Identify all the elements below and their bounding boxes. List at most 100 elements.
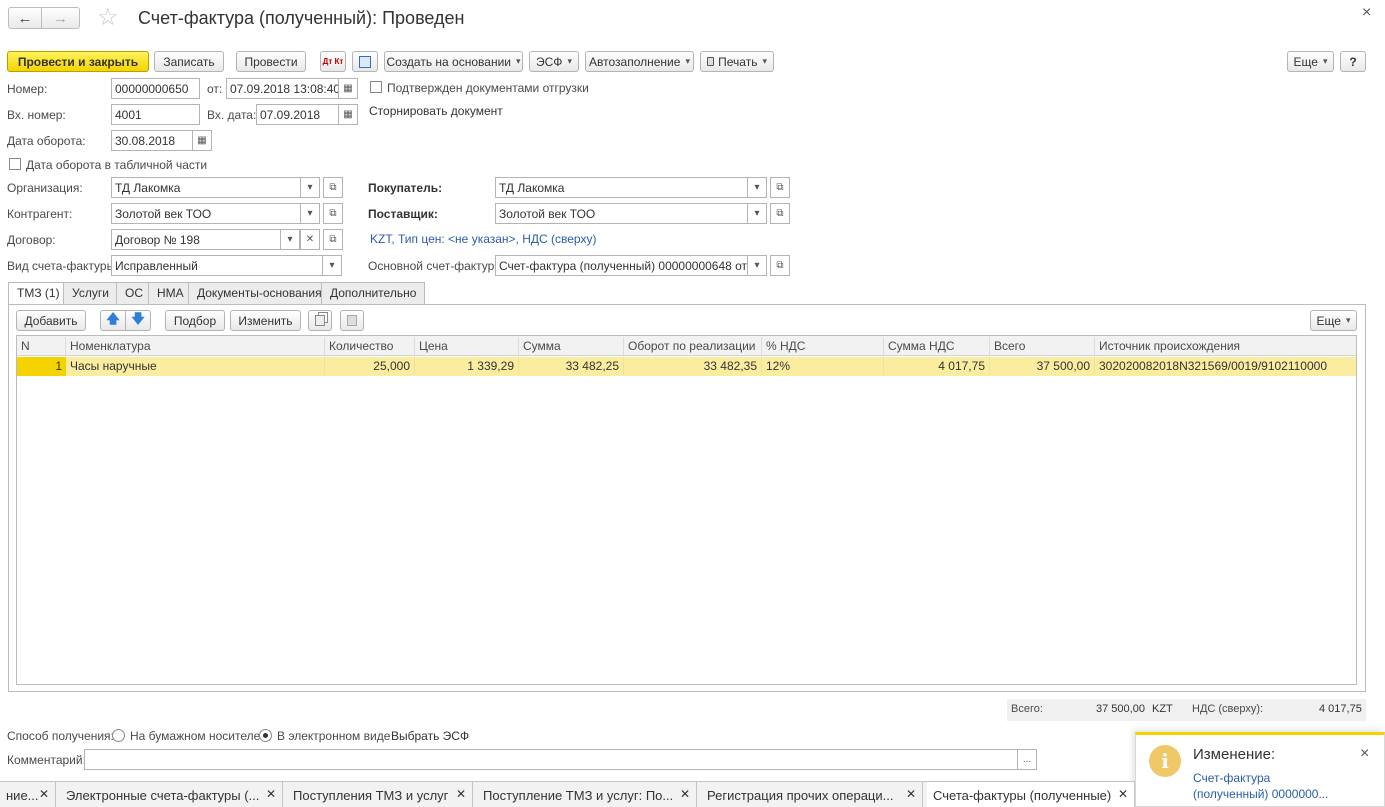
notification-close-icon[interactable]: × <box>1360 745 1369 763</box>
close-icon[interactable]: ✕ <box>1118 787 1128 801</box>
autofill-button[interactable]: Автозаполнение <box>585 51 694 72</box>
col-n[interactable]: N <box>17 337 66 355</box>
date-time-field[interactable]: 07.09.2018 13:08:40 <box>226 78 339 99</box>
col-vat-rate[interactable]: % НДС <box>762 337 884 355</box>
tab-intangibles[interactable]: НМА <box>148 282 193 304</box>
choose-esf-link[interactable]: Выбрать ЭСФ <box>391 729 469 743</box>
supplier-dropdown[interactable]: ▾ <box>747 203 767 224</box>
window-tab[interactable]: Электронные счета-фактуры (... ✕ <box>60 782 283 807</box>
invoice-type-field[interactable]: Исправленный <box>111 255 323 276</box>
col-quantity[interactable]: Количество <box>325 337 415 355</box>
base-invoice-open[interactable]: ⧉ <box>770 255 790 276</box>
window-tab[interactable]: ние... ✕ <box>0 782 56 807</box>
incoming-date-field[interactable]: 07.09.2018 <box>256 104 339 125</box>
turnover-date-field[interactable]: 30.08.2018 <box>111 130 193 151</box>
col-price[interactable]: Цена <box>415 337 519 355</box>
electronic-radio[interactable] <box>259 729 272 742</box>
contract-clear[interactable]: ✕ <box>300 229 320 250</box>
cell-price[interactable]: 1 339,29 <box>415 357 519 375</box>
move-down-button[interactable]: 🡇 <box>125 310 151 331</box>
window-tab-active[interactable]: Счета-фактуры (полученные) ✕ <box>927 782 1135 807</box>
save-button[interactable]: Записать <box>154 51 224 72</box>
copy-button[interactable] <box>308 310 332 331</box>
incoming-number-field[interactable]: 4001 <box>111 104 200 125</box>
help-button[interactable]: ? <box>1340 51 1366 72</box>
comment-expand-button[interactable]: ... <box>1017 749 1037 770</box>
print-button[interactable]: Печать <box>700 51 774 72</box>
close-window-icon[interactable]: × <box>1362 4 1371 22</box>
contract-field[interactable]: Договор № 198 <box>111 229 281 250</box>
back-button[interactable]: ← <box>8 7 42 29</box>
organization-field[interactable]: ТД Лакомка <box>111 177 301 198</box>
calendar-button[interactable]: ▦ <box>338 104 358 125</box>
tab-tmz[interactable]: ТМЗ (1) <box>8 282 69 305</box>
tab-additional[interactable]: Дополнительно <box>321 282 426 304</box>
post-and-close-button[interactable]: Провести и закрыть <box>7 51 149 72</box>
create-based-on-button[interactable]: Создать на основании <box>384 51 523 72</box>
calendar-button[interactable]: ▦ <box>338 78 358 99</box>
base-invoice-dropdown[interactable]: ▾ <box>747 255 767 276</box>
cell-n[interactable]: 1 <box>17 357 66 375</box>
cell-sum[interactable]: 33 482,25 <box>519 357 624 375</box>
cell-origin[interactable]: 302020082018N321569/0019/9102110000 <box>1095 357 1356 375</box>
contract-dropdown[interactable]: ▾ <box>280 229 300 250</box>
post-button[interactable]: Провести <box>236 51 306 72</box>
counterparty-field[interactable]: Золотой век ТОО <box>111 203 301 224</box>
cell-vat-rate[interactable]: 12% <box>762 357 884 375</box>
paste-button[interactable] <box>340 310 364 331</box>
organization-dropdown[interactable]: ▾ <box>300 177 320 198</box>
turnover-in-table-checkbox[interactable] <box>9 158 21 170</box>
col-nomenclature[interactable]: Номенклатура <box>66 337 325 355</box>
confirmed-by-shipment-checkbox[interactable] <box>370 81 382 93</box>
buyer-field[interactable]: ТД Лакомка <box>495 177 748 198</box>
close-icon[interactable]: ✕ <box>906 787 916 801</box>
table-more-button[interactable]: Еще <box>1310 310 1357 331</box>
window-tab[interactable]: Регистрация прочих операци... ✕ <box>701 782 923 807</box>
add-row-button[interactable]: Добавить <box>16 310 86 331</box>
cell-turnover[interactable]: 33 482,35 <box>624 357 762 375</box>
organization-open[interactable]: ⧉ <box>323 177 343 198</box>
forward-button[interactable]: → <box>42 7 80 29</box>
esf-button[interactable]: ЭСФ <box>529 51 579 72</box>
col-vat-sum[interactable]: Сумма НДС <box>884 337 990 355</box>
col-origin[interactable]: Источник происхождения <box>1095 337 1356 355</box>
more-actions-button[interactable]: Еще <box>1287 51 1334 72</box>
col-total[interactable]: Всего <box>990 337 1095 355</box>
buyer-open[interactable]: ⧉ <box>770 177 790 198</box>
favorite-star-icon[interactable]: ☆ <box>97 3 119 32</box>
notification-link-line2[interactable]: (полученный) 0000000... <box>1193 787 1328 801</box>
window-tab[interactable]: Поступление ТМЗ и услуг: По... ✕ <box>477 782 697 807</box>
counterparty-open[interactable]: ⧉ <box>323 203 343 224</box>
move-up-button[interactable]: 🡅 <box>100 310 126 331</box>
cell-quantity[interactable]: 25,000 <box>325 357 415 375</box>
tab-base-documents[interactable]: Документы-основания <box>188 282 331 304</box>
cell-total[interactable]: 37 500,00 <box>990 357 1095 375</box>
base-invoice-field[interactable]: Счет-фактура (полученный) 00000000648 от… <box>495 255 748 276</box>
close-icon[interactable]: ✕ <box>266 787 276 801</box>
structure-button[interactable] <box>352 51 378 72</box>
paper-radio[interactable] <box>112 729 125 742</box>
comment-field[interactable] <box>84 749 1018 770</box>
dt-kt-button[interactable]: Дт Кт <box>320 51 346 72</box>
number-field[interactable]: 00000000650 <box>111 78 200 99</box>
window-tab[interactable]: Поступления ТМЗ и услуг ✕ <box>287 782 473 807</box>
cell-vat-sum[interactable]: 4 017,75 <box>884 357 990 375</box>
supplier-field[interactable]: Золотой век ТОО <box>495 203 748 224</box>
invoice-type-dropdown[interactable]: ▾ <box>322 255 342 276</box>
change-button[interactable]: Изменить <box>230 310 301 331</box>
col-turnover[interactable]: Оборот по реализации <box>624 337 762 355</box>
tab-services[interactable]: Услуги <box>63 282 118 304</box>
close-icon[interactable]: ✕ <box>456 787 466 801</box>
close-icon[interactable]: ✕ <box>680 787 690 801</box>
price-type-link[interactable]: KZT, Тип цен: <не указан>, НДС (сверху) <box>370 232 596 246</box>
cell-nomenclature[interactable]: Часы наручные <box>66 357 325 375</box>
pick-button[interactable]: Подбор <box>165 310 225 331</box>
tab-fixed-assets[interactable]: ОС <box>116 282 152 304</box>
buyer-dropdown[interactable]: ▾ <box>747 177 767 198</box>
notification-link-line1[interactable]: Счет-фактура <box>1193 771 1270 785</box>
supplier-open[interactable]: ⧉ <box>770 203 790 224</box>
calendar-button[interactable]: ▦ <box>192 130 212 151</box>
contract-open[interactable]: ⧉ <box>323 229 343 250</box>
counterparty-dropdown[interactable]: ▾ <box>300 203 320 224</box>
col-sum[interactable]: Сумма <box>519 337 624 355</box>
